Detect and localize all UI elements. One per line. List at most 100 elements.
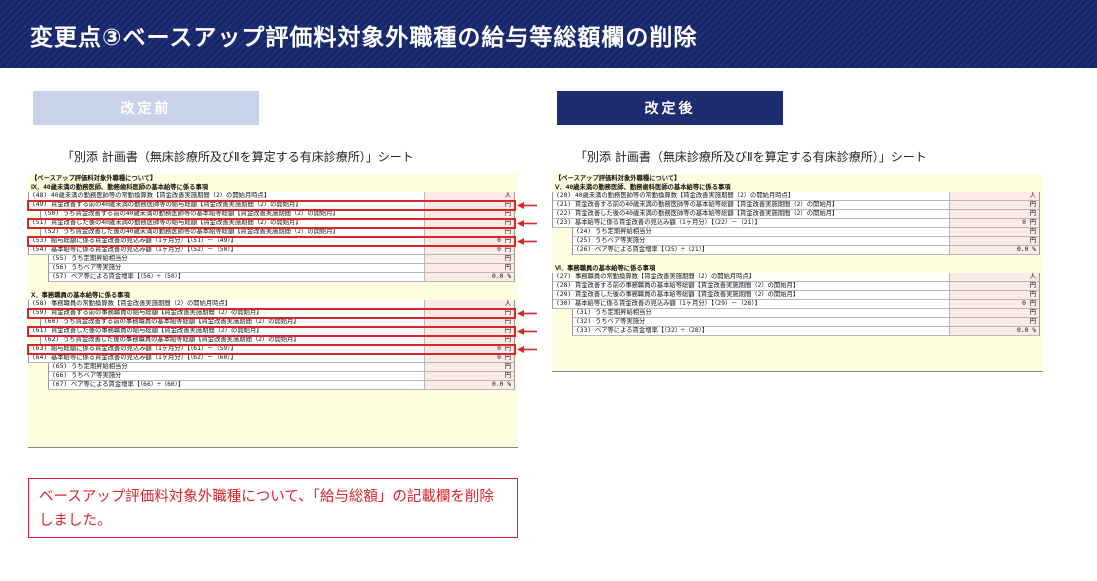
before-table-row: (66) うちベア等実施分 円 [48, 372, 515, 381]
row-value: 円 [949, 318, 1039, 326]
before-table-row: (61) 賃金改善した後の事務職員の給与総額【賃金改善実施期間（2）の開始月】 円 [27, 326, 516, 337]
row-value: 0.0 % [424, 273, 514, 281]
before-table-row: (63) 給与総額に係る賃金改善の見込み額（1ヶ月分）【（61）－（59）】 0 … [27, 344, 516, 355]
row-value: 円 [424, 372, 514, 380]
before-label: 改定前 [33, 91, 259, 125]
row-label: (56) うちベア等実施分 [52, 264, 122, 271]
slide-title: 変更点③ベースアップ評価料対象外職種の給与等総額欄の削除 [30, 25, 698, 51]
after-table-row: (25) うちベア等実施分 円 [572, 237, 1040, 246]
after-table-row: (33) ベア等による賃金増率【（32）÷（28）】 0.0 % [572, 327, 1040, 336]
row-label: (58) 事務職員の常勤換算数【賃金改善実施期間（2）の開始月時点】 [32, 300, 232, 307]
row-value: 円 [949, 201, 1039, 209]
row-label: (48) 40歳未満の勤務医師等の常勤換算数【賃金改善実施期間（2）の開始月時点… [32, 192, 271, 199]
row-value: 円 [949, 291, 1039, 299]
before-table-row: (52) うち賃金改善した後の40歳未満の勤務医師等の基本給等総額【賃金改善実施… [40, 228, 515, 237]
row-value: 円 [424, 228, 514, 236]
after-table-row: (20) 40歳未満の勤務医師等の常勤換算数【賃金改善実施期間（2）の開始月時点… [552, 192, 1040, 201]
row-value: 円 [424, 255, 514, 263]
row-label: (31) うち定期昇給相当分 [576, 309, 652, 316]
after-table-row: (21) 賃金改善する前の40歳未満の勤務医師等の基本給等総額【賃金改善実施期間… [552, 201, 1040, 210]
after-sheet-top: 【ベースアップ評価料対象外職種について】 [555, 175, 681, 182]
before-table-row: (57) ベア等による賃金増率【（56）÷（50）】 0.0 % [48, 273, 515, 282]
after-sheet-excerpt: 【ベースアップ評価料対象外職種について】 Ⅴ．40歳未満の勤務医師、勤務歯科医師… [552, 174, 1043, 372]
row-label: (27) 事務職員の常勤換算数【賃金改善実施期間（2）の開始月時点】 [556, 273, 756, 280]
row-value: 円 [949, 309, 1039, 317]
before-table-row: (64) 基本給等に係る賃金改善の見込み額（1ヶ月分）【（62）－（60）】 0 … [28, 354, 515, 363]
before-table-row: (56) うちベア等実施分 円 [48, 264, 515, 273]
row-label: (62) うち賃金改善した後の事務職員の基本給等総額【賃金改善実施期間（2）の開… [44, 336, 300, 343]
row-label: (20) 40歳未満の勤務医師等の常勤換算数【賃金改善実施期間（2）の開始月時点… [556, 192, 795, 199]
after-table-row: (29) 賃金改善した後の事務職員の基本給等総額【賃金改善実施期間（2）の開始月… [552, 291, 1040, 300]
row-label: (64) 基本給等に係る賃金改善の見込み額（1ヶ月分）【（62）－（60）】 [32, 354, 237, 361]
after-section-title: Ⅵ．事務職員の基本給等に係る事項 [555, 265, 656, 272]
row-value: 円 [424, 210, 514, 218]
row-value: 人 [424, 300, 514, 308]
after-table-row: (27) 事務職員の常勤換算数【賃金改善実施期間（2）の開始月時点】 人 [552, 273, 1040, 282]
before-section-spacer [28, 282, 518, 291]
row-label: (25) うちベア等実施分 [576, 237, 646, 244]
after-label: 改定後 [557, 91, 783, 125]
row-value: 円 [424, 363, 514, 371]
before-section-title: Ⅹ．事務職員の基本給等に係る事項 [31, 292, 130, 299]
after-sheet-label: 「別添 計画書（無床診療所及びⅡを算定する有床診療所）」シート [575, 150, 927, 164]
after-table-row: (30) 基本給等に係る賃金改善の見込み額（1ヶ月分）【（29）－（28）】 0 … [552, 300, 1040, 309]
before-table-row: (50) うち賃金改善する前の40歳未満の勤務医師等の基本給等総額【賃金改善実施… [40, 210, 515, 219]
before-table-row: (53) 給与総額に係る賃金改善の見込み額（1ヶ月分）【（51）－（49）】 0 … [27, 236, 516, 247]
row-value: 円 [949, 282, 1039, 290]
after-table-row: (32) うちベア等実施分 円 [572, 318, 1040, 327]
row-value: 円 [424, 336, 514, 344]
highlight-arrow-head [517, 346, 524, 353]
row-label: (60) うち賃金改善する前の事務職員の基本給等総額【賃金改善実施期間（2）の開… [44, 318, 300, 325]
row-value: 人 [949, 273, 1039, 281]
after-table-row: (22) 賃金改善した後の40歳未満の勤務医師等の基本給等総額【賃金改善実施期間… [552, 210, 1040, 219]
after-table-row: (24) うち定期昇給相当分 円 [572, 228, 1040, 237]
row-value: 円 [424, 201, 514, 209]
row-value: 円 [424, 264, 514, 272]
slide-header: 変更点③ベースアップ評価料対象外職種の給与等総額欄の削除 [0, 0, 1097, 68]
row-label: (61) 賃金改善した後の事務職員の給与総額【賃金改善実施期間（2）の開始月】 [32, 327, 263, 334]
row-value: 0 円 [424, 345, 514, 353]
row-label: (29) 賃金改善した後の事務職員の基本給等総額【賃金改善実施期間（2）の開始月… [556, 291, 800, 298]
row-label: (23) 基本給等に係る賃金改善の見込み額（1ヶ月分）【（22）－（21）】 [556, 219, 761, 226]
highlight-arrow-head [517, 202, 524, 209]
row-label: (30) 基本給等に係る賃金改善の見込み額（1ヶ月分）【（29）－（28）】 [556, 300, 761, 307]
row-value: 0.0 % [949, 327, 1039, 335]
row-label: (53) 給与総額に係る賃金改善の見込み額（1ヶ月分）【（51）－（49）】 [32, 237, 237, 244]
highlight-arrow-head [517, 328, 524, 335]
before-table-row: (51) 賃金改善した後の40歳未満の勤務医師等の給与総額【賃金改善実施期間（2… [27, 218, 516, 229]
row-label: (51) 賃金改善した後の40歳未満の勤務医師等の給与総額【賃金改善実施期間（2… [32, 219, 302, 226]
row-label: (63) 給与総額に係る賃金改善の見込み額（1ヶ月分）【（61）－（59）】 [32, 345, 237, 352]
row-label: (52) うち賃金改善した後の40歳未満の勤務医師等の基本給等総額【賃金改善実施… [44, 228, 339, 235]
before-table-row: (48) 40歳未満の勤務医師等の常勤換算数【賃金改善実施期間（2）の開始月時点… [28, 192, 515, 201]
after-table-row: (23) 基本給等に係る賃金改善の見込み額（1ヶ月分）【（22）－（21）】 0 … [552, 219, 1040, 228]
row-label: (28) 賃金改善する前の事務職員の基本給等総額【賃金改善実施期間（2）の開始月… [556, 282, 800, 289]
row-value: 0 円 [424, 246, 514, 254]
row-label: (55) うち定期昇給相当分 [52, 255, 128, 262]
row-label: (65) うち定期昇給相当分 [52, 363, 128, 370]
highlight-arrow-head [517, 220, 524, 227]
row-value: 円 [949, 210, 1039, 218]
before-sheet-excerpt: 【ベースアップ評価料対象外職種について】 Ⅸ．40歳未満の勤務医師、勤務歯科医師… [27, 174, 518, 448]
row-label: (33) ベア等による賃金増率【（32）÷（28）】 [576, 327, 709, 334]
before-table-row: (65) うち定期昇給相当分 円 [48, 363, 515, 372]
row-label: (32) うちベア等実施分 [576, 318, 646, 325]
highlight-arrow-head [517, 310, 524, 317]
row-label: (66) うちベア等実施分 [52, 372, 122, 379]
highlight-arrow-head [517, 238, 524, 245]
row-label: (22) 賃金改善した後の40歳未満の勤務医師等の基本給等総額【賃金改善実施期間… [556, 210, 839, 217]
before-table-row: (55) うち定期昇給相当分 円 [48, 255, 515, 264]
before-table-row: (54) 基本給等に係る賃金改善の見込み額（1ヶ月分）【（52）－（50）】 0 … [28, 246, 515, 255]
row-value: 円 [424, 327, 514, 335]
row-value: 円 [424, 318, 514, 326]
change-note: ベースアップ評価料対象外職種について、「給与総額」の記載欄を削除しました。 [28, 478, 518, 538]
after-section-title: Ⅴ．40歳未満の勤務医師、勤務歯科医師の基本給等に係る事項 [555, 184, 731, 191]
before-table-row: (58) 事務職員の常勤換算数【賃金改善実施期間（2）の開始月時点】 人 [28, 300, 515, 309]
row-value: 円 [424, 309, 514, 317]
row-value: 人 [949, 192, 1039, 200]
row-value: 0 円 [424, 237, 514, 245]
after-table-row: (26) ベア等による賃金増率【（25）÷（21）】 0.0 % [572, 246, 1040, 255]
row-label: (67) ベア等による賃金増率【（66）÷（60）】 [52, 381, 185, 388]
before-sheet-label: 「別添 計画書（無床診療所及びⅡを算定する有床診療所）」シート [62, 150, 414, 164]
before-table-row: (62) うち賃金改善した後の事務職員の基本給等総額【賃金改善実施期間（2）の開… [40, 336, 515, 345]
row-value: 円 [424, 219, 514, 227]
